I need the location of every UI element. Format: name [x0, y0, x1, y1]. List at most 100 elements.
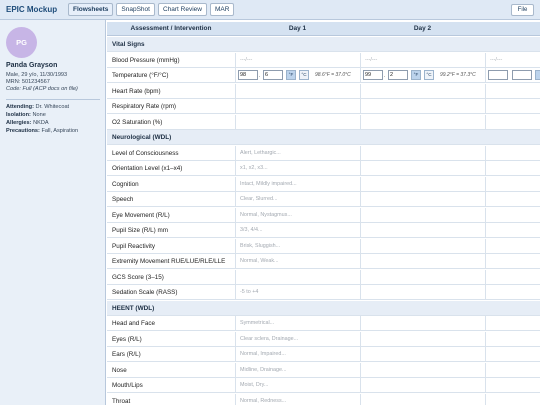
cell-day-2[interactable]	[360, 99, 485, 114]
cell-placeholder: Clear, Slurred...	[240, 196, 278, 202]
tab-mar[interactable]: MAR	[209, 3, 235, 16]
isolation-label: Isolation:	[6, 112, 31, 118]
cell-day-3[interactable]	[485, 207, 540, 223]
cell-day-2[interactable]	[360, 316, 485, 331]
cell-day-2[interactable]	[360, 238, 485, 254]
cell-day-3[interactable]	[485, 362, 540, 378]
cell-day-1[interactable]: Midline, Drainage...	[235, 362, 360, 378]
cell-day-3[interactable]	[485, 192, 540, 207]
cell-day-1[interactable]: Clear sclera, Drainage...	[235, 331, 360, 347]
cell-day-3[interactable]	[485, 161, 540, 176]
cell-day-2[interactable]: ---/---	[360, 52, 485, 68]
tab-flowsheets[interactable]: Flowsheets	[68, 3, 114, 16]
cell-day-1[interactable]: Clear, Slurred...	[235, 192, 360, 207]
temp-decimal-input[interactable]: 2	[388, 70, 408, 80]
cell-day-1[interactable]: Normal, Weak...	[235, 254, 360, 269]
cell-day-3[interactable]	[485, 223, 540, 238]
row-label: Eye Movement (R/L)	[112, 211, 170, 219]
cell-day-1[interactable]	[235, 269, 360, 285]
cell-placeholder: ---/---	[365, 56, 378, 63]
tab-snapshot[interactable]: SnapShot	[116, 3, 155, 16]
cell-day-3[interactable]	[485, 254, 540, 269]
cell-day-1[interactable]	[235, 99, 360, 114]
temp-whole-input[interactable]	[488, 70, 508, 80]
row-respiratory-rate-rpm: Respiratory Rate (rpm)	[107, 99, 540, 114]
cell-day-1[interactable]: 3/3, 4/4...	[235, 223, 360, 238]
cell-placeholder: -5 to +4	[240, 289, 259, 295]
unit-celsius-button[interactable]: °C	[424, 70, 434, 80]
cell-day-1[interactable]: Normal, Impaired...	[235, 347, 360, 362]
cell-day-2[interactable]	[360, 161, 485, 176]
row-label: Extremity Movement RUE/LUE/RLE/LLE	[112, 258, 226, 265]
cell-day-3[interactable]	[485, 99, 540, 114]
unit-fahrenheit-button[interactable]: °F	[286, 70, 296, 80]
allergies-info: Allergies: NKDA	[6, 120, 49, 126]
cell-day-2[interactable]	[360, 83, 485, 99]
unit-fahrenheit-button[interactable]	[535, 70, 540, 80]
row-blood-pressure-mmhg: Blood Pressure (mmHg) ---/--- ---/--- ---/-…	[107, 52, 540, 68]
cell-day-3[interactable]	[485, 238, 540, 254]
cell-day-2[interactable]	[360, 378, 485, 393]
row-label: Heart Rate (bpm)	[112, 87, 161, 95]
precautions-info: Precautions: Fall, Aspiration	[6, 128, 78, 134]
temp-whole-input[interactable]: 99	[363, 70, 383, 80]
cell-day-3[interactable]	[485, 114, 540, 130]
row-temperature-f-c: Temperature (°F/°C) 98. 6 °F °C 98.6°F = 37.0…	[107, 68, 540, 83]
cell-day-2[interactable]	[360, 331, 485, 347]
cell-day-3[interactable]	[485, 68, 540, 83]
cell-day-1[interactable]	[235, 83, 360, 99]
cell-day-1[interactable]	[235, 114, 360, 130]
cell-day-2[interactable]	[360, 145, 485, 161]
unit-fahrenheit-button[interactable]: °F	[411, 70, 421, 80]
temp-decimal-input[interactable]: 6	[263, 70, 283, 80]
cell-day-3[interactable]: ---/---	[485, 52, 540, 68]
temp-decimal-input[interactable]	[512, 70, 532, 80]
cell-day-1[interactable]: Brisk, Sluggish...	[235, 238, 360, 254]
cell-day-1[interactable]: Moist, Dry...	[235, 378, 360, 393]
row-label: O2 Saturation (%)	[112, 118, 163, 126]
cell-day-2[interactable]	[360, 254, 485, 269]
patient-mrn: MRN: 501234567	[6, 79, 50, 85]
cell-day-1[interactable]: ---/---	[235, 52, 360, 68]
cell-day-2[interactable]	[360, 393, 485, 405]
section-vital-signs: Vital Signs	[107, 37, 540, 52]
row-label: Orientation Level (x1–x4)	[112, 165, 183, 172]
cell-day-3[interactable]	[485, 347, 540, 362]
cell-day-1[interactable]: Normal, Nystagmus...	[235, 207, 360, 223]
cell-day-2[interactable]	[360, 269, 485, 285]
cell-day-2[interactable]	[360, 285, 485, 300]
cell-day-1[interactable]: Normal, Redness...	[235, 393, 360, 405]
cell-day-2[interactable]	[360, 114, 485, 130]
cell-day-1[interactable]: Intact, Mildly impaired...	[235, 176, 360, 192]
cell-day-1[interactable]: Symmetrical...	[235, 316, 360, 331]
patient-sidebar: PG Panda Grayson Male, 29 y/o, 11/30/199…	[0, 20, 106, 405]
cell-day-3[interactable]	[485, 393, 540, 405]
tab-chart-review[interactable]: Chart Review	[157, 3, 207, 16]
cell-day-1[interactable]: Alert, Lethargic...	[235, 145, 360, 161]
row-label: Head and Face	[112, 320, 156, 327]
cell-day-1[interactable]: x1, x2, x3...	[235, 161, 360, 176]
cell-day-3[interactable]	[485, 83, 540, 99]
attending-value: Dr. Whitecoat	[35, 104, 70, 110]
cell-day-2[interactable]	[360, 362, 485, 378]
cell-day-3[interactable]	[485, 316, 540, 331]
unit-celsius-button[interactable]: °C	[299, 70, 309, 80]
cell-day-1[interactable]: -5 to +4	[235, 285, 360, 300]
cell-day-3[interactable]	[485, 378, 540, 393]
cell-day-2[interactable]	[360, 192, 485, 207]
temp-whole-input[interactable]: 98	[238, 70, 258, 80]
cell-day-3[interactable]	[485, 269, 540, 285]
cell-day-1[interactable]: 98. 6 °F °C 98.6°F = 37.0°C	[235, 68, 360, 83]
cell-day-2[interactable]: 99. 2 °F °C 99.2°F = 37.3°C	[360, 68, 485, 83]
cell-day-3[interactable]	[485, 331, 540, 347]
file-button[interactable]: File	[511, 4, 534, 16]
cell-day-3[interactable]	[485, 176, 540, 192]
cell-day-2[interactable]	[360, 347, 485, 362]
cell-placeholder: Normal, Redness...	[240, 397, 287, 404]
cell-day-2[interactable]	[360, 207, 485, 223]
row-label: Level of Consciousness	[112, 149, 179, 157]
cell-day-3[interactable]	[485, 285, 540, 300]
cell-day-3[interactable]	[485, 145, 540, 161]
cell-day-2[interactable]	[360, 176, 485, 192]
cell-day-2[interactable]	[360, 223, 485, 238]
